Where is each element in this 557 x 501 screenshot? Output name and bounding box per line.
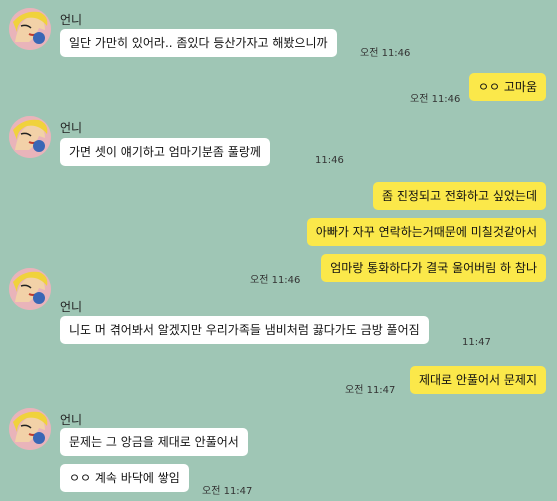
sender-name: 언니 (60, 300, 83, 314)
message-bubble-out[interactable]: 엄마랑 통화하다가 결국 울어버림 하 참나 (321, 254, 546, 282)
sender-name: 언니 (60, 121, 83, 135)
message-bubble-out[interactable]: 좀 진정되고 전화하고 싶었는데 (373, 182, 546, 210)
message-time: 11:47 (462, 337, 491, 348)
profile-image-icon (9, 408, 51, 450)
message-time: 오전 11:46 (360, 48, 411, 59)
message-time: 오전 11:46 (410, 94, 461, 105)
message-time: 오전 11:47 (345, 385, 396, 396)
profile-image-icon (9, 8, 51, 50)
message-time: 11:46 (315, 155, 344, 166)
message-bubble-out[interactable]: 제대로 안풀어서 문제지 (409, 366, 546, 394)
message-bubble-in[interactable]: 일단 가만히 있어라.. 좀있다 등산가자고 해봤으니까 (60, 29, 337, 57)
message-bubble-in[interactable]: 문제는 그 앙금을 제대로 안풀어서 (60, 428, 248, 456)
profile-image-icon (9, 268, 51, 310)
message-time: 오전 11:47 (202, 486, 253, 497)
avatar[interactable] (9, 8, 51, 50)
message-bubble-out[interactable]: 아빠가 자꾸 연락하는거때문에 미칠것같아서 (306, 218, 546, 246)
sender-name: 언니 (60, 13, 83, 27)
message-bubble-in[interactable]: ㅇㅇ 계속 바닥에 쌓임 (60, 464, 189, 492)
message-bubble-in[interactable]: 가면 셋이 얘기하고 엄마기분좀 풀랑께 (60, 138, 270, 166)
profile-image-icon (9, 116, 51, 158)
message-bubble-out[interactable]: ㅇㅇ 고마움 (468, 73, 546, 101)
avatar[interactable] (9, 408, 51, 450)
avatar[interactable] (9, 268, 51, 310)
message-bubble-in[interactable]: 니도 머 겪어봐서 알겠지만 우리가족들 냄비처럼 끓다가도 금방 풀어짐 (60, 316, 429, 344)
sender-name: 언니 (60, 413, 83, 427)
message-time: 오전 11:46 (250, 275, 301, 286)
avatar[interactable] (9, 116, 51, 158)
